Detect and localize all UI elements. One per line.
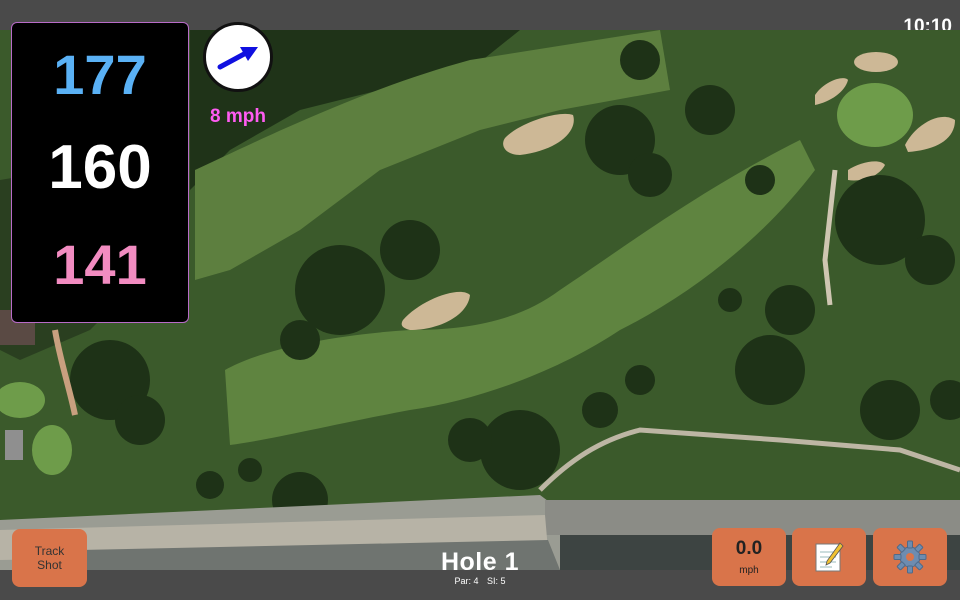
front-distance: 141 (53, 233, 147, 296)
back-distance: 177 (53, 43, 147, 106)
hole-title: Hole 1 (440, 548, 520, 576)
speed-button[interactable]: 0.0 mph (712, 528, 786, 586)
hole-par: Par: 4 (454, 576, 479, 586)
settings-button[interactable] (873, 528, 947, 586)
notes-button[interactable] (792, 528, 866, 586)
gear-icon (893, 540, 927, 574)
track-shot-label: Track Shot (34, 544, 65, 572)
wind-speed: 8 mph (210, 106, 266, 127)
wind-arrow-icon (217, 47, 258, 70)
hole-stroke-index: SI: 5 (487, 576, 506, 586)
wind-direction-dial (203, 22, 273, 92)
hole-meta: Par: 4 SI: 5 (380, 576, 580, 586)
speed-unit: mph (739, 565, 759, 576)
distance-panel: 177 160 141 (11, 22, 189, 323)
track-shot-button[interactable]: Track Shot (12, 529, 87, 587)
notepad-icon (815, 542, 844, 572)
middle-distance: 160 (48, 133, 152, 202)
speed-value: 0.0 (735, 538, 763, 559)
